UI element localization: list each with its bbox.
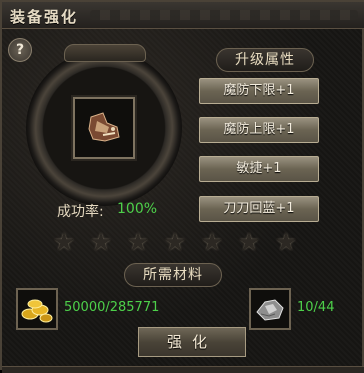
star-icon: ★	[127, 228, 149, 256]
ore-material-slot[interactable]	[249, 288, 291, 330]
success-rate-label: 成功率:	[57, 204, 104, 220]
upgrade-attributes-header: 升级属性	[216, 48, 314, 72]
title-ornament	[90, 10, 358, 20]
enhance-stars: ★ ★ ★ ★ ★ ★ ★	[50, 228, 320, 256]
enhance-button[interactable]: 强化	[138, 327, 246, 357]
materials-header: 所需材料	[124, 263, 222, 287]
star-icon: ★	[201, 228, 223, 256]
star-icon: ★	[275, 228, 297, 256]
window-title: 装备强化	[10, 8, 79, 26]
boots-icon	[88, 112, 120, 142]
star-icon: ★	[164, 228, 186, 256]
attribute-option-mana-on-hit[interactable]: 刀刀回蓝+1	[199, 196, 319, 222]
ore-amount: 10/44	[297, 300, 335, 315]
equipment-slot[interactable]	[73, 97, 135, 159]
gold-material-slot[interactable]	[16, 288, 58, 330]
ring-crest-ornament	[64, 44, 146, 62]
attribute-option-magic-defense-min[interactable]: 魔防下限+1	[199, 78, 319, 104]
star-icon: ★	[238, 228, 260, 256]
gold-amount: 50000/285771	[64, 300, 160, 315]
star-icon: ★	[53, 228, 75, 256]
attribute-option-agility[interactable]: 敏捷+1	[199, 156, 319, 182]
equipment-enhance-window: 装备强化 ? 成功率: 100% 升级属性 魔防下限+1 魔防上限+1 敏捷+1…	[0, 0, 364, 373]
star-icon: ★	[90, 228, 112, 256]
gold-coins-icon	[21, 299, 53, 323]
title-bar[interactable]: 装备强化	[2, 2, 364, 29]
attribute-option-magic-defense-max[interactable]: 魔防上限+1	[199, 117, 319, 143]
success-rate-value: 100%	[117, 201, 158, 217]
help-button[interactable]: ?	[8, 38, 32, 62]
silver-ore-icon	[256, 299, 284, 321]
